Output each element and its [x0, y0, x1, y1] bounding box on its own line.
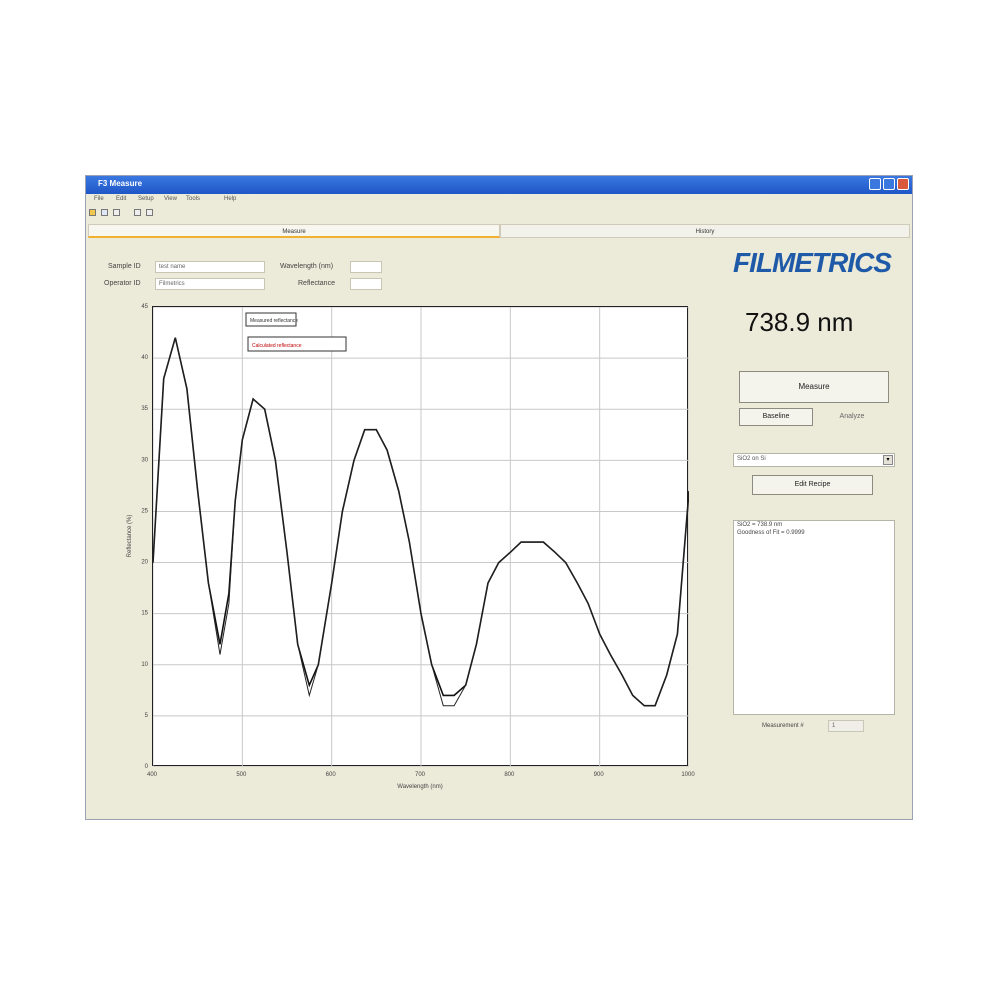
menu-tools[interactable]: Tools: [186, 196, 200, 202]
wavelength-readout: [350, 261, 382, 273]
title-bar: F3 Measure: [86, 176, 912, 194]
wavelength-label: Wavelength (nm): [280, 263, 334, 270]
legend-measured-label: Measured reflectance: [250, 318, 298, 324]
menu-view[interactable]: View: [164, 196, 177, 202]
legend-measured: Measured reflectance: [245, 312, 298, 327]
reflectance-label: Reflectance: [298, 280, 335, 287]
maximize-icon[interactable]: [883, 178, 895, 190]
legend-calculated: Calculated reflectance: [247, 336, 347, 352]
reflectance-readout: [350, 278, 382, 290]
measurement-number-label: Measurement #: [762, 723, 804, 729]
measurement-number-field: 1: [828, 720, 864, 732]
thickness-readout: 738.9 nm: [745, 307, 854, 337]
help-icon[interactable]: [146, 209, 153, 216]
sample-id-field[interactable]: test name: [155, 261, 265, 273]
save-icon[interactable]: [101, 209, 108, 216]
menu-help[interactable]: Help: [224, 196, 236, 202]
measure-button[interactable]: Measure: [739, 371, 889, 403]
recipe-select-value: SiO2 on Si: [737, 456, 766, 462]
analyze-button[interactable]: Analyze: [815, 408, 889, 426]
tab-measure[interactable]: Measure: [88, 224, 500, 238]
legend-calculated-label: Calculated reflectance: [252, 343, 302, 349]
recipe-select[interactable]: SiO2 on Si ▾: [733, 453, 895, 467]
window-title: F3 Measure: [98, 179, 143, 188]
minimize-icon[interactable]: [869, 178, 881, 190]
result-goodness-of-fit: Goodness of Fit = 0.9999: [737, 530, 805, 536]
menu-setup[interactable]: Setup: [138, 196, 154, 202]
tab-strip: Measure History: [88, 224, 910, 238]
menu-edit[interactable]: Edit: [116, 196, 126, 202]
toolbar: [86, 206, 912, 220]
chart-canvas: Measured reflectance Calculated reflectan…: [152, 306, 690, 768]
menu-file[interactable]: File: [94, 196, 104, 202]
print-icon[interactable]: [113, 209, 120, 216]
filmetrics-logo: FILMETRICS: [733, 247, 892, 278]
reflectance-plot: Measured reflectance Calculated reflectan…: [152, 306, 690, 768]
open-folder-icon[interactable]: [89, 209, 96, 216]
chevron-down-icon[interactable]: ▾: [883, 455, 893, 465]
results-box: SiO2 = 738.9 nm Goodness of Fit = 0.9999: [733, 520, 895, 715]
edit-recipe-button[interactable]: Edit Recipe: [752, 475, 873, 495]
operator-id-label: Operator ID: [104, 280, 141, 287]
tab-history[interactable]: History: [500, 224, 910, 238]
baseline-button[interactable]: Baseline: [739, 408, 813, 426]
close-icon[interactable]: [897, 178, 909, 190]
operator-id-field[interactable]: Filmetrics: [155, 278, 265, 290]
sample-id-label: Sample ID: [108, 263, 141, 270]
result-thickness: SiO2 = 738.9 nm: [737, 522, 783, 528]
copy-icon[interactable]: [134, 209, 141, 216]
menu-bar: File Edit Setup View Tools Help: [86, 194, 912, 206]
